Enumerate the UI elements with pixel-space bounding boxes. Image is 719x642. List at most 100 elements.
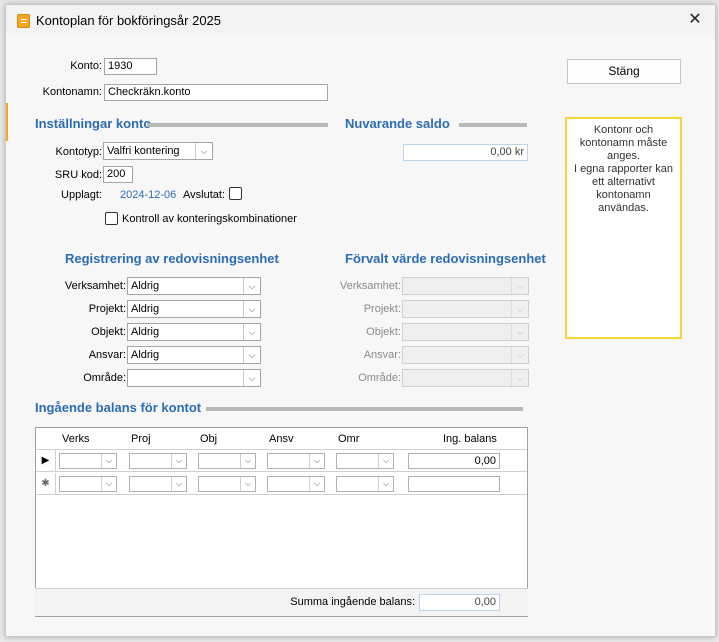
grid-row: ▶ ⌵ ⌵ ⌵ ⌵ ⌵ 0,00 bbox=[36, 450, 527, 472]
row1-balans-input[interactable]: 0,00 bbox=[408, 453, 500, 469]
row1-proj-select[interactable]: ⌵ bbox=[129, 453, 187, 469]
dialog-body: Konto: 1930 Kontonamn: Checkräkn.konto S… bbox=[6, 35, 715, 636]
row-pointer-icon: ▶ bbox=[36, 450, 56, 472]
chevron-down-icon: ⌵ bbox=[101, 454, 116, 468]
ingaende-rule bbox=[206, 407, 523, 411]
row2-omr-select[interactable]: ⌵ bbox=[336, 476, 394, 492]
chevron-down-icon: ⌵ bbox=[240, 454, 255, 468]
forvalt-projekt-select: ⌵ bbox=[402, 300, 529, 318]
kontotyp-select[interactable]: Valfri kontering ⌵ bbox=[103, 142, 213, 160]
chevron-down-icon: ⌵ bbox=[243, 370, 260, 386]
reg-projekt-label: Projekt: bbox=[88, 303, 126, 315]
row1-ansv-select[interactable]: ⌵ bbox=[267, 453, 325, 469]
settings-rule bbox=[147, 123, 328, 127]
chevron-down-icon: ⌵ bbox=[243, 324, 260, 340]
konto-input[interactable]: 1930 bbox=[104, 58, 157, 75]
chevron-down-icon: ⌵ bbox=[309, 454, 324, 468]
row1-omr-select[interactable]: ⌵ bbox=[336, 453, 394, 469]
reg-ansvar-label: Ansvar: bbox=[88, 349, 126, 361]
forvalt-projekt-label: Projekt: bbox=[363, 303, 401, 315]
info-box: Kontonr och kontonamn måste anges. I egn… bbox=[565, 117, 682, 339]
row2-balans-input[interactable] bbox=[408, 476, 500, 492]
forvalt-ansvar-select: ⌵ bbox=[402, 346, 529, 364]
kontonamn-label: Kontonamn: bbox=[42, 86, 102, 98]
kontonamn-input[interactable]: Checkräkn.konto bbox=[104, 84, 328, 101]
chevron-down-icon: ⌵ bbox=[171, 477, 186, 491]
summa-bar: Summa ingående balans: 0,00 bbox=[35, 588, 528, 616]
avslutat-checkbox[interactable] bbox=[229, 187, 242, 200]
summa-label: Summa ingående balans: bbox=[290, 596, 415, 608]
row1-verks-select[interactable]: ⌵ bbox=[59, 453, 117, 469]
side-accent bbox=[6, 103, 8, 141]
konto-label: Konto: bbox=[70, 60, 102, 72]
reg-verksamhet-select[interactable]: Aldrig ⌵ bbox=[127, 277, 261, 295]
col-omr: Omr bbox=[338, 433, 360, 445]
kontroll-checkbox[interactable] bbox=[105, 212, 118, 225]
reg-projekt-select[interactable]: Aldrig ⌵ bbox=[127, 300, 261, 318]
ingaende-heading: Ingående balans för kontot bbox=[35, 400, 202, 415]
row1-obj-select[interactable]: ⌵ bbox=[198, 453, 256, 469]
window-title: Kontoplan för bokföringsår 2025 bbox=[36, 13, 222, 28]
chevron-down-icon: ⌵ bbox=[243, 347, 260, 363]
forvalt-ansvar-label: Ansvar: bbox=[363, 349, 401, 361]
col-ansv: Ansv bbox=[269, 433, 294, 445]
saldo-heading: Nuvarande saldo bbox=[345, 116, 450, 131]
chevron-down-icon: ⌵ bbox=[511, 278, 528, 294]
forvalt-objekt-select: ⌵ bbox=[402, 323, 529, 341]
close-icon[interactable]: ✕ bbox=[675, 5, 715, 35]
stang-button[interactable]: Stäng bbox=[567, 59, 681, 84]
summa-value: 0,00 bbox=[419, 594, 500, 611]
forvalt-omrade-select: ⌵ bbox=[402, 369, 529, 387]
kontotyp-label: Kontotyp: bbox=[55, 146, 102, 158]
chevron-down-icon: ⌵ bbox=[309, 477, 324, 491]
reg-projekt-value: Aldrig bbox=[131, 303, 160, 315]
info-line: ett alternativt bbox=[592, 176, 655, 188]
title-bar: Kontoplan för bokföringsår 2025 ✕ bbox=[6, 5, 715, 35]
reg-verksamhet-label: Verksamhet: bbox=[64, 280, 126, 292]
info-line: I egna rapporter kan bbox=[573, 163, 674, 175]
row2-ansv-select[interactable]: ⌵ bbox=[267, 476, 325, 492]
forvalt-verksamhet-select: ⌵ bbox=[402, 277, 529, 295]
info-line: kontonamn måste bbox=[579, 137, 668, 149]
forvalt-objekt-label: Objekt: bbox=[366, 326, 401, 338]
row2-obj-select[interactable]: ⌵ bbox=[198, 476, 256, 492]
chevron-down-icon: ⌵ bbox=[243, 278, 260, 294]
settings-heading: Inställningar konto bbox=[35, 116, 152, 131]
col-proj: Proj bbox=[131, 433, 151, 445]
info-line: anges. bbox=[606, 150, 641, 162]
chevron-down-icon: ⌵ bbox=[243, 301, 260, 317]
new-row-icon: ✱ bbox=[36, 473, 56, 495]
chevron-down-icon: ⌵ bbox=[378, 454, 393, 468]
registrering-heading: Registrering av redovisningsenhet bbox=[65, 251, 279, 266]
row2-proj-select[interactable]: ⌵ bbox=[129, 476, 187, 492]
sru-label: SRU kod: bbox=[54, 169, 102, 181]
chevron-down-icon: ⌵ bbox=[511, 370, 528, 386]
chevron-down-icon: ⌵ bbox=[511, 347, 528, 363]
chevron-down-icon: ⌵ bbox=[511, 324, 528, 340]
forvalt-omrade-label: Område: bbox=[358, 372, 401, 384]
chevron-down-icon: ⌵ bbox=[378, 477, 393, 491]
chevron-down-icon: ⌵ bbox=[195, 143, 212, 159]
row2-verks-select[interactable]: ⌵ bbox=[59, 476, 117, 492]
reg-omrade-select[interactable]: ⌵ bbox=[127, 369, 261, 387]
saldo-value: 0,00 kr bbox=[403, 144, 528, 161]
kontroll-label: Kontroll av konteringskombinationer bbox=[122, 213, 297, 225]
reg-objekt-select[interactable]: Aldrig ⌵ bbox=[127, 323, 261, 341]
reg-verksamhet-value: Aldrig bbox=[131, 280, 160, 292]
sru-input[interactable]: 200 bbox=[103, 166, 133, 183]
grid-header: Verks Proj Obj Ansv Omr Ing. balans bbox=[36, 428, 527, 450]
reg-objekt-label: Objekt: bbox=[91, 326, 126, 338]
col-verks: Verks bbox=[62, 433, 90, 445]
chevron-down-icon: ⌵ bbox=[171, 454, 186, 468]
chevron-down-icon: ⌵ bbox=[101, 477, 116, 491]
reg-omrade-label: Område: bbox=[83, 372, 126, 384]
chevron-down-icon: ⌵ bbox=[240, 477, 255, 491]
upplagt-label: Upplagt: bbox=[61, 189, 102, 201]
kontotyp-value: Valfri kontering bbox=[107, 145, 180, 157]
forvalt-heading: Förvalt värde redovisningsenhet bbox=[345, 251, 546, 266]
reg-ansvar-value: Aldrig bbox=[131, 349, 160, 361]
dialog-window: Kontoplan för bokföringsår 2025 ✕ Konto:… bbox=[5, 4, 716, 637]
info-line: Kontonr och bbox=[593, 124, 654, 136]
reg-ansvar-select[interactable]: Aldrig ⌵ bbox=[127, 346, 261, 364]
reg-objekt-value: Aldrig bbox=[131, 326, 160, 338]
